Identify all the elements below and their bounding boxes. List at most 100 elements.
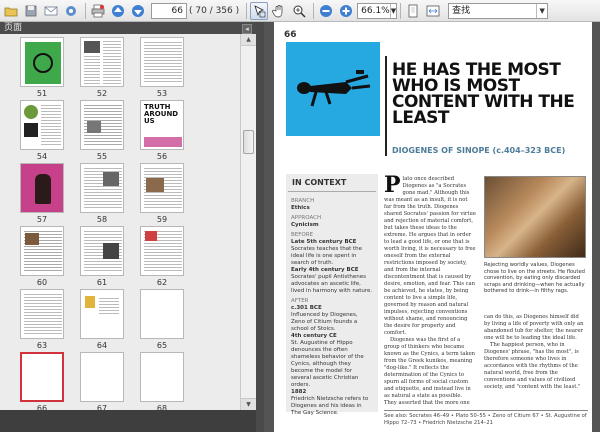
toolbar-separator bbox=[313, 2, 315, 19]
scroll-down-icon[interactable]: ▼ bbox=[241, 398, 256, 410]
thumbnail-item[interactable]: 66 bbox=[19, 352, 65, 410]
thumbnail-item[interactable]: 62 bbox=[139, 226, 185, 288]
marquee-zoom-icon[interactable] bbox=[290, 2, 308, 20]
thumbnail-page-number: 62 bbox=[156, 278, 168, 287]
thumbnail-item[interactable]: 60 bbox=[19, 226, 65, 288]
after1-text: Influenced by Diogenes, Zeno of Citium f… bbox=[291, 312, 358, 332]
document-page: 66 HE HAS THE MOST WHO IS MOST CONTENT W… bbox=[274, 22, 592, 432]
zoom-in-icon[interactable] bbox=[337, 2, 355, 20]
painting-image bbox=[484, 176, 586, 258]
page-up-icon[interactable] bbox=[109, 2, 127, 20]
page-thumbnail[interactable] bbox=[80, 289, 124, 339]
hand-tool-icon[interactable] bbox=[270, 2, 288, 20]
page-thumbnail[interactable] bbox=[140, 163, 184, 213]
scroll-up-icon[interactable]: ▲ bbox=[241, 34, 256, 46]
page-thumbnail[interactable] bbox=[20, 289, 64, 339]
find-input-value: 查找 bbox=[452, 5, 471, 16]
page-thumbnail[interactable] bbox=[80, 352, 124, 402]
page-thumbnail[interactable] bbox=[80, 163, 124, 213]
page-thumbnail[interactable] bbox=[140, 352, 184, 402]
page-thumbnail[interactable] bbox=[20, 226, 64, 276]
open-folder-icon[interactable] bbox=[2, 2, 20, 20]
thumbnail-title-text: TRUTH AROUND US bbox=[144, 103, 179, 125]
select-text-tool-icon[interactable] bbox=[250, 1, 269, 20]
after3-text: Friedrich Nietzsche refers to Diogenes a… bbox=[291, 396, 369, 416]
thumbnail-item[interactable]: 59 bbox=[139, 163, 185, 225]
thumbnail-page-number: 64 bbox=[96, 341, 108, 350]
page-thumbnail[interactable] bbox=[20, 37, 64, 87]
page-thumbnail[interactable] bbox=[20, 163, 64, 213]
article-headline: HE HAS THE MOST WHO IS MOST CONTENT WITH… bbox=[392, 60, 575, 128]
page-thumbnail[interactable] bbox=[140, 226, 184, 276]
page-thumbnail[interactable] bbox=[140, 37, 184, 87]
thumbnail-scrollbar[interactable]: ▲ ▼ bbox=[240, 34, 256, 410]
page-thumbnail[interactable]: TRUTH AROUND US bbox=[140, 100, 184, 150]
thumbnail-page-number: 65 bbox=[156, 341, 168, 350]
zoom-level-value: 66.1% bbox=[361, 5, 390, 16]
thumbnail-item[interactable]: TRUTH AROUND US 56 bbox=[139, 100, 185, 162]
thumbnail-item[interactable]: 67 bbox=[79, 352, 125, 410]
approach-label: APPROACH bbox=[291, 215, 322, 221]
before-label: BEFORE bbox=[291, 232, 314, 238]
fit-width-icon[interactable] bbox=[424, 2, 442, 20]
before1-date: Late 5th century BCE bbox=[291, 239, 357, 245]
thumbnail-item[interactable]: 52 bbox=[79, 37, 125, 99]
thumbnail-item[interactable]: 54 bbox=[19, 100, 65, 162]
thumbnail-page-number: 61 bbox=[96, 278, 108, 287]
page-thumbnail[interactable] bbox=[20, 100, 64, 150]
toolbar-separator bbox=[85, 2, 86, 19]
chevron-down-icon[interactable]: ▼ bbox=[536, 3, 547, 18]
before2-text: Socrates' pupil Antisthenes advocates an… bbox=[291, 274, 373, 294]
thumbnail-item[interactable]: 55 bbox=[79, 100, 125, 162]
thumbnail-page-number: 51 bbox=[36, 89, 48, 98]
thumbnail-page-number: 55 bbox=[96, 152, 108, 161]
page-thumbnail[interactable] bbox=[80, 100, 124, 150]
page-down-icon[interactable] bbox=[129, 2, 147, 20]
thumbnail-page-number: 52 bbox=[96, 89, 108, 98]
page-number-input[interactable]: 66 bbox=[151, 2, 187, 19]
thumbnail-item[interactable]: 65 bbox=[139, 289, 185, 351]
page-thumbnail[interactable] bbox=[140, 289, 184, 339]
thumbnail-item[interactable]: 61 bbox=[79, 226, 125, 288]
print-icon[interactable] bbox=[89, 2, 107, 20]
in-context-box: IN CONTEXT BRANCH Ethics APPROACH Cynici… bbox=[286, 174, 378, 416]
thumbnail-item[interactable]: 51 bbox=[19, 37, 65, 99]
thumbnail-item[interactable]: 53 bbox=[139, 37, 185, 99]
save-icon[interactable] bbox=[22, 2, 40, 20]
zoom-level-select[interactable]: 66.1% ▼ bbox=[357, 2, 398, 19]
chevron-down-icon[interactable]: ▼ bbox=[389, 3, 396, 18]
branch-value: Ethics bbox=[291, 205, 310, 211]
page-thumbnail-selected[interactable] bbox=[20, 352, 64, 402]
image-caption: Rejecting worldly values, Diogenes chose… bbox=[484, 262, 585, 294]
thumbnail-list: 51 52 53 54 55 TRUTH AROUND US 56 57 58 … bbox=[0, 34, 240, 410]
in-context-body: BRANCH Ethics APPROACH Cynicism BEFORE L… bbox=[286, 192, 378, 420]
thumbnail-item[interactable]: 58 bbox=[79, 163, 125, 225]
body-paragraph-1: lato once described Diogenes as "a Socra… bbox=[384, 176, 476, 336]
panel-splitter[interactable] bbox=[256, 22, 264, 432]
close-icon[interactable]: ◂ bbox=[242, 24, 252, 34]
before1-text: Socrates teaches that the ideal life is … bbox=[291, 246, 363, 266]
email-icon[interactable] bbox=[42, 2, 60, 20]
thumbnail-item[interactable]: 68 bbox=[139, 352, 185, 410]
thumbnail-item[interactable]: 57 bbox=[19, 163, 65, 225]
article-byline: DIOGENES OF SINOPE (c.404–323 BCE) bbox=[392, 146, 566, 155]
in-context-heading: IN CONTEXT bbox=[288, 174, 376, 192]
fit-page-icon[interactable] bbox=[404, 2, 422, 20]
thumbnail-page-number: 68 bbox=[156, 404, 168, 410]
share-icon[interactable] bbox=[62, 2, 80, 20]
thumbnail-item[interactable]: 63 bbox=[19, 289, 65, 351]
thumbnail-item[interactable]: 64 bbox=[79, 289, 125, 351]
page-thumbnail[interactable] bbox=[80, 226, 124, 276]
body-column-2: can do this, as Diogenes himself did by … bbox=[484, 314, 586, 391]
thumbnail-page-number: 53 bbox=[156, 89, 168, 98]
find-input[interactable]: 查找 ▼ bbox=[448, 2, 549, 19]
page-thumbnail[interactable] bbox=[80, 37, 124, 87]
thumbnail-page-number: 66 bbox=[36, 404, 48, 410]
drop-cap: P bbox=[384, 172, 401, 198]
zoom-out-icon[interactable] bbox=[317, 2, 335, 20]
approach-value: Cynicism bbox=[291, 222, 319, 228]
document-viewer: 66 HE HAS THE MOST WHO IS MOST CONTENT W… bbox=[264, 22, 600, 432]
scrollbar-thumb[interactable] bbox=[243, 130, 254, 154]
after2-date: 4th century CE bbox=[291, 333, 337, 339]
illustration-diogenes bbox=[286, 42, 380, 136]
